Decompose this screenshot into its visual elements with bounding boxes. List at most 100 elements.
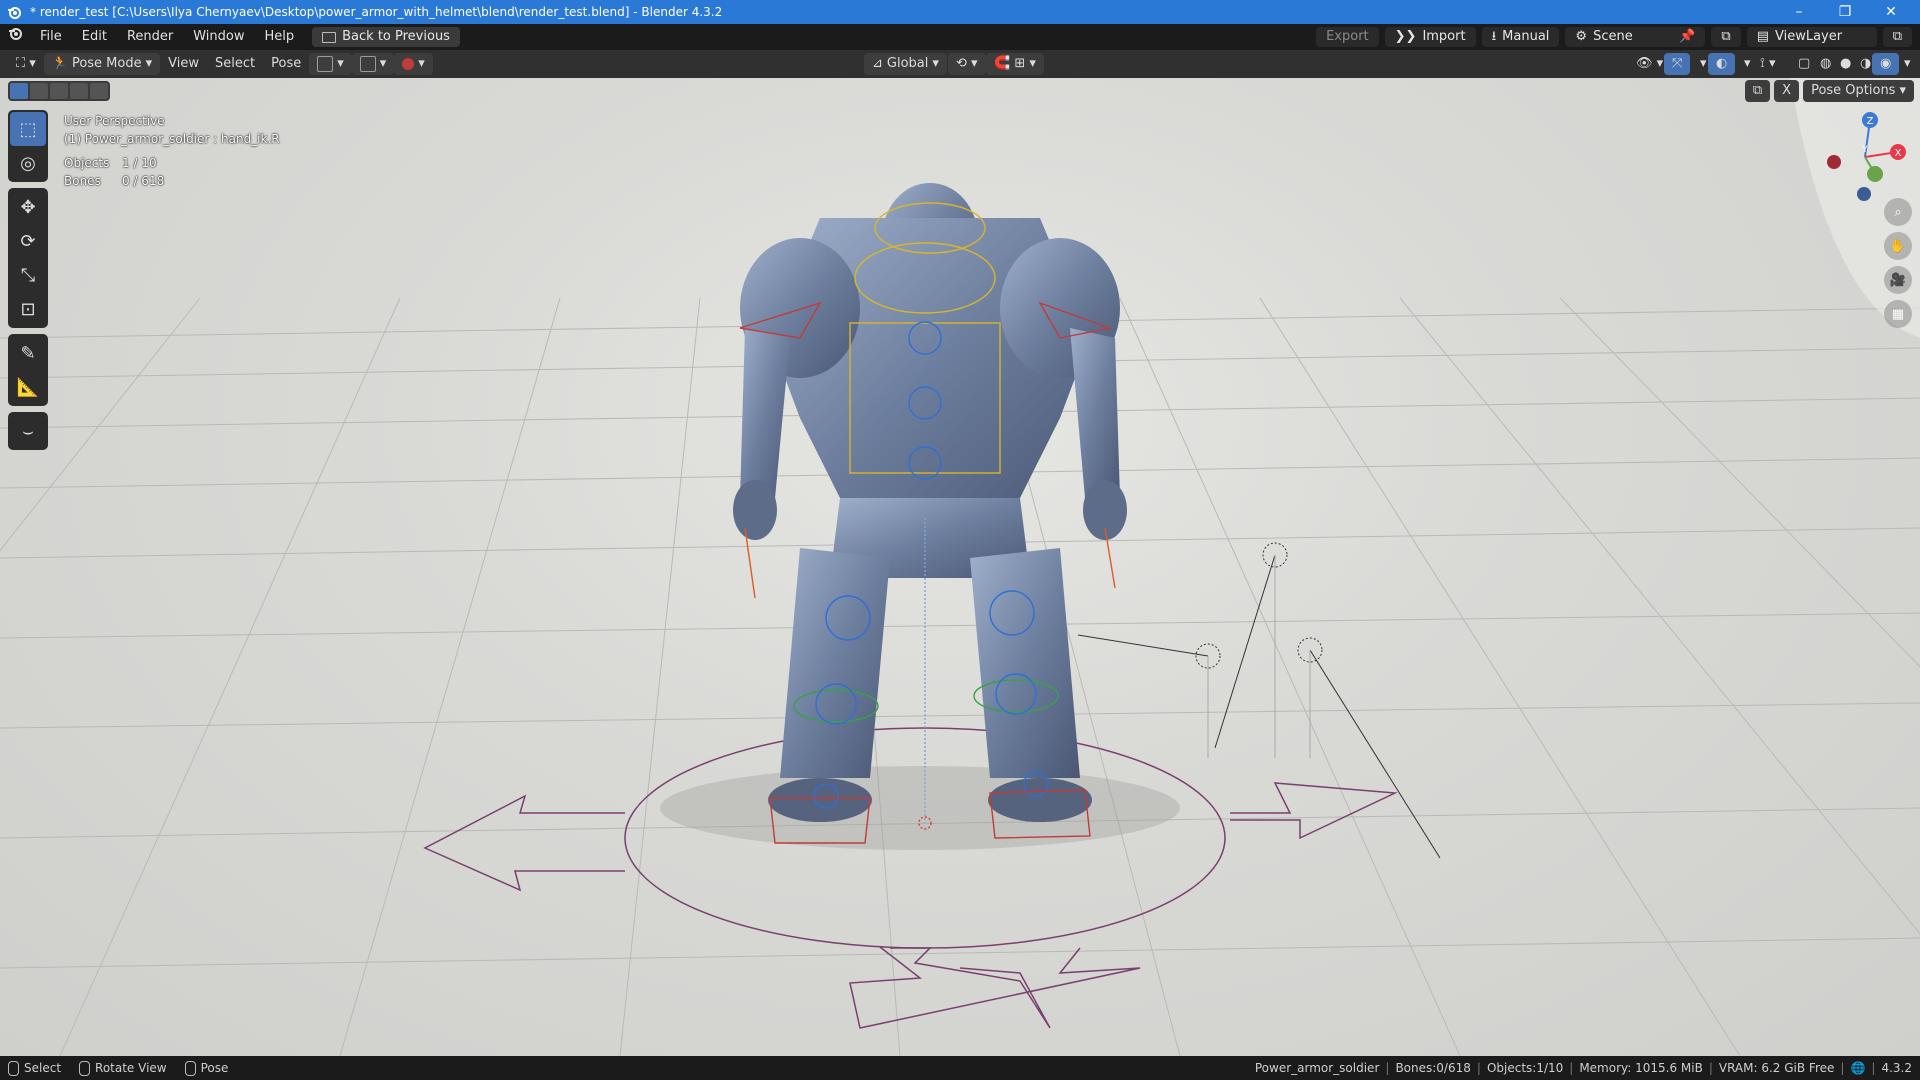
scene-label: Scene <box>1593 29 1633 44</box>
pose-tool-a-icon[interactable]: ▾ <box>309 53 352 75</box>
pivot-icon[interactable]: ⟲ ▾ <box>948 53 986 75</box>
close-button[interactable]: ✕ <box>1868 0 1914 24</box>
status-version: 4.3.2 <box>1881 1061 1912 1075</box>
maximize-button[interactable]: ❐ <box>1822 0 1868 24</box>
select-box-tool-icon[interactable]: ⬚ <box>10 112 46 146</box>
menu-select[interactable]: Select <box>207 53 263 75</box>
mode-label: Pose Mode <box>71 56 142 71</box>
axis-y-icon[interactable] <box>1867 166 1883 182</box>
bones-stat-value: 0 / 618 <box>122 174 165 188</box>
export-button[interactable]: Export <box>1316 27 1379 47</box>
back-to-previous-label: Back to Previous <box>342 29 450 44</box>
gizmo-toggle-icon[interactable]: ⤧ <box>1664 53 1691 75</box>
navigation-axis-gizmo[interactable]: Z X Y <box>1820 112 1910 202</box>
export-label: Export <box>1326 29 1369 44</box>
select-new-icon[interactable] <box>10 83 28 99</box>
network-icon[interactable]: 🌐 <box>1850 1061 1865 1075</box>
shading-dropdown-icon[interactable]: ▾ <box>1896 53 1919 75</box>
viewport-header: ⛶ ▾ 🏃 Pose Mode ▾ View Select Pose ▾ ▾ ▾… <box>0 50 1920 78</box>
selection-mode-group <box>8 81 110 101</box>
viewlayer-selector[interactable]: ▤ ViewLayer <box>1746 27 1877 47</box>
orientation-selector[interactable]: ⊿ Global ▾ <box>864 53 947 75</box>
window-title: * render_test [C:\Users\Ilya Chernyaev\D… <box>30 5 723 19</box>
objects-stat: Objects 1 / 10 <box>64 154 280 172</box>
status-pose-label: Pose <box>200 1060 229 1075</box>
layers-icon: ▤ <box>1756 29 1769 44</box>
snap-icon[interactable]: 🧲 ⊞ ▾ <box>986 53 1044 75</box>
select-extend-icon[interactable] <box>30 83 48 99</box>
mirror-x-toggle[interactable]: X <box>1774 80 1800 102</box>
mirror-icon[interactable]: ⧉ <box>1744 80 1771 102</box>
new-scene-icon[interactable]: ⧉ <box>1711 27 1741 47</box>
manual-button[interactable]: ⭳ Manual <box>1481 27 1560 47</box>
zoom-icon[interactable]: ⌕ <box>1884 198 1912 226</box>
pose-tool-b-icon[interactable]: ▾ <box>351 53 395 75</box>
move-tool-icon[interactable]: ✥ <box>10 190 46 224</box>
status-bones: Bones:0/618 <box>1395 1061 1471 1075</box>
status-objects: Objects:1/10 <box>1486 1061 1564 1075</box>
download-icon: ⭳ <box>1491 29 1497 44</box>
minimize-button[interactable]: – <box>1776 0 1822 24</box>
menu-help[interactable]: Help <box>255 24 305 50</box>
blender-menu-icon[interactable] <box>0 24 30 50</box>
transform-tool-icon[interactable]: ⊡ <box>10 292 46 326</box>
scene-render <box>0 78 1920 1056</box>
mouse-left-icon <box>8 1060 19 1076</box>
menu-view[interactable]: View <box>160 53 207 75</box>
new-viewlayer-icon[interactable]: ⧉ <box>1882 27 1912 47</box>
select-intersect-icon[interactable] <box>90 83 108 99</box>
menu-window[interactable]: Window <box>183 24 254 50</box>
orientation-icon: ⊿ <box>872 56 883 71</box>
axis-neg-z-icon[interactable] <box>1857 187 1871 201</box>
screen-icon <box>322 31 337 43</box>
pose-options-button[interactable]: Pose Options ▾ <box>1803 80 1914 102</box>
status-object-name: Power_armor_soldier <box>1254 1061 1380 1075</box>
menu-file[interactable]: File <box>30 24 72 50</box>
chevron-down-icon: ▾ <box>1899 83 1906 98</box>
bones-stat-label: Bones <box>64 174 101 188</box>
bones-stat: Bones 0 / 618 <box>64 172 280 190</box>
status-select-label: Select <box>24 1060 62 1075</box>
view-name: User Perspective <box>64 114 165 128</box>
keying-icon[interactable]: ▾ <box>394 53 433 75</box>
camera-view-icon[interactable]: 🎥 <box>1884 266 1912 294</box>
status-select-hint: Select <box>8 1060 62 1076</box>
annotate-tool-icon[interactable]: ✎ <box>10 336 46 370</box>
perspective-grid-icon[interactable]: ▦ <box>1884 300 1912 328</box>
power-armor-soldier-model <box>733 183 1127 822</box>
overlays-toggle-icon[interactable]: ◐ <box>1708 53 1736 75</box>
menu-edit[interactable]: Edit <box>72 24 117 50</box>
pin-icon[interactable]: 📌 <box>1679 27 1695 47</box>
bone-size-tool-icon[interactable]: ⌣ <box>10 414 46 448</box>
axis-y-label: Y <box>1861 145 1868 155</box>
chevron-down-icon: ▾ <box>932 56 939 71</box>
scale-tool-icon[interactable]: ⤡ <box>10 258 46 292</box>
axis-neg-x-icon[interactable] <box>1827 155 1841 169</box>
navigation-controls: ⌕ ✋ 🎥 ▦ <box>1884 198 1912 328</box>
axis-z-label: Z <box>1867 116 1874 127</box>
cursor-tool-icon[interactable]: ◎ <box>10 146 46 180</box>
axis-x-label: X <box>1895 148 1902 159</box>
select-invert-icon[interactable] <box>70 83 88 99</box>
menu-render[interactable]: Render <box>117 24 183 50</box>
measure-tool-icon[interactable]: 📐 <box>10 370 46 404</box>
viewlayer-label: ViewLayer <box>1775 29 1843 44</box>
import-button[interactable]: ❯❯ Import <box>1384 27 1476 47</box>
rotate-tool-icon[interactable]: ⟳ <box>10 224 46 258</box>
back-to-previous-button[interactable]: Back to Previous <box>312 27 460 47</box>
mode-selector[interactable]: 🏃 Pose Mode ▾ <box>43 53 161 75</box>
3d-viewport[interactable]: ⬚ ◎ ✥ ⟳ ⤡ ⊡ ✎ 📐 ⌣ User Perspective (1) P… <box>0 78 1920 1056</box>
bone-overlay-icon[interactable]: ⟟ ▾ <box>1752 53 1784 75</box>
character-shadow <box>660 766 1180 850</box>
window-titlebar: * render_test [C:\Users\Ilya Chernyaev\D… <box>0 0 1920 24</box>
select-subtract-icon[interactable] <box>50 83 68 99</box>
chevron-right-icon: ❯❯ <box>1394 29 1417 44</box>
status-bar: Select Rotate View Pose Power_armor_sold… <box>0 1056 1920 1080</box>
orientation-label: Global <box>886 56 929 71</box>
scene-selector[interactable]: ⚙ Scene 📌 <box>1565 27 1706 47</box>
editor-type-icon[interactable]: ⛶ ▾ <box>8 53 44 75</box>
scene-icon: ⚙ <box>1575 29 1588 44</box>
status-vram: VRAM: 6.2 GiB Free <box>1718 1061 1835 1075</box>
menu-pose[interactable]: Pose <box>263 53 309 75</box>
pan-hand-icon[interactable]: ✋ <box>1884 232 1912 260</box>
